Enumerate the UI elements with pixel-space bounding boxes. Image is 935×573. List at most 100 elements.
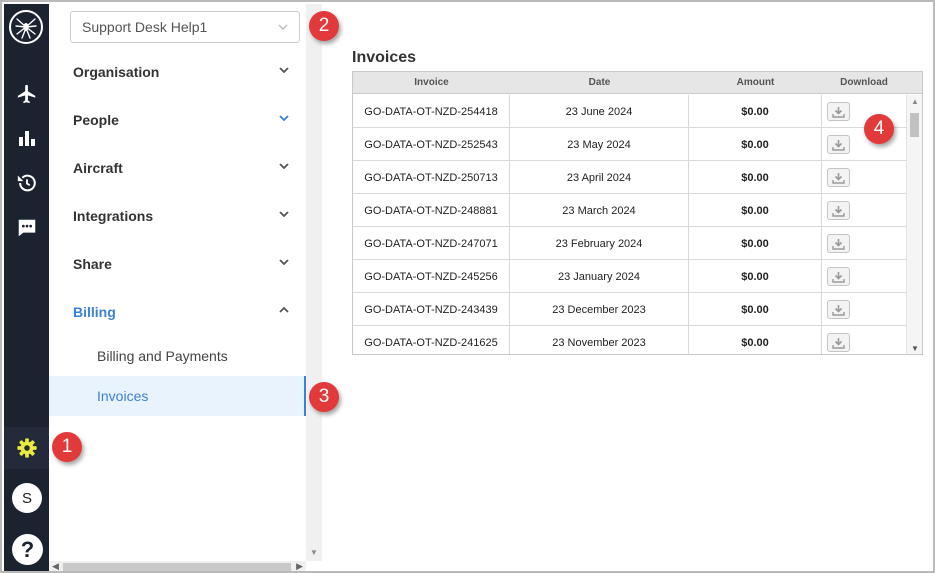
- scrollbar-thumb[interactable]: [910, 113, 919, 137]
- download-cell: [822, 293, 906, 326]
- date-cell: 23 December 2023: [510, 293, 689, 326]
- callout-marker-2: 2: [309, 11, 339, 41]
- table-row: GO-DATA-OT-NZD-252543 23 May 2024 $0.00: [353, 128, 906, 161]
- nav-subitem-invoices[interactable]: Invoices: [49, 376, 306, 416]
- download-cell: [822, 227, 906, 260]
- column-header-date[interactable]: Date: [510, 77, 689, 88]
- invoices-table: Invoice Date Amount Download GO-DATA-OT-…: [352, 71, 923, 355]
- date-cell: 23 April 2024: [510, 161, 689, 194]
- nav-item-share[interactable]: Share: [49, 244, 306, 284]
- invoice-cell: GO-DATA-OT-NZD-241625: [353, 326, 510, 354]
- organisation-select-value: Support Desk Help1: [82, 19, 208, 35]
- date-cell: 23 November 2023: [510, 326, 689, 354]
- download-icon[interactable]: [827, 201, 850, 220]
- callout-marker-1: 1: [52, 432, 82, 462]
- table-row: GO-DATA-OT-NZD-243439 23 December 2023 $0.…: [353, 293, 906, 326]
- invoice-cell: GO-DATA-OT-NZD-254418: [353, 95, 510, 128]
- nav-item-people[interactable]: People: [49, 100, 306, 140]
- scroll-up-arrow-icon[interactable]: ▲: [911, 97, 919, 106]
- chevron-down-icon: [278, 111, 290, 123]
- invoice-cell: GO-DATA-OT-NZD-252543: [353, 128, 510, 161]
- date-cell: 23 January 2024: [510, 260, 689, 293]
- scroll-left-arrow-icon[interactable]: ◀: [52, 561, 59, 571]
- table-header: Invoice Date Amount Download: [353, 72, 922, 94]
- download-icon[interactable]: [827, 300, 850, 319]
- table-row: GO-DATA-OT-NZD-245256 23 January 2024 $0.0…: [353, 260, 906, 293]
- date-cell: 23 May 2024: [510, 128, 689, 161]
- invoice-cell: GO-DATA-OT-NZD-243439: [353, 293, 510, 326]
- nav-subitem-label: Invoices: [97, 388, 149, 404]
- main-content: Invoices Invoice Date Amount Download GO…: [322, 4, 933, 571]
- download-cell: [822, 194, 906, 227]
- history-icon[interactable]: [4, 163, 49, 203]
- nav-vertical-scrollbar[interactable]: ▼: [306, 4, 322, 561]
- table-row: GO-DATA-OT-NZD-241625 23 November 2023 $0.…: [353, 326, 906, 354]
- column-header-amount[interactable]: Amount: [689, 77, 822, 88]
- airplane-icon[interactable]: [4, 74, 49, 114]
- table-row: GO-DATA-OT-NZD-254418 23 June 2024 $0.00: [353, 95, 906, 128]
- nav-item-aircraft[interactable]: Aircraft: [49, 148, 306, 188]
- download-cell: [822, 161, 906, 194]
- amount-cell: $0.00: [689, 194, 822, 227]
- nav-item-integrations[interactable]: Integrations: [49, 196, 306, 236]
- table-vertical-scrollbar[interactable]: ▲ ▼: [906, 95, 922, 354]
- invoice-cell: GO-DATA-OT-NZD-248881: [353, 194, 510, 227]
- settings-navigation: Support Desk Help1 Organisation People A…: [49, 4, 306, 561]
- date-cell: 23 March 2024: [510, 194, 689, 227]
- table-body: GO-DATA-OT-NZD-254418 23 June 2024 $0.00 GO…: [353, 95, 906, 354]
- nav-item-billing[interactable]: Billing: [49, 292, 306, 332]
- download-icon[interactable]: [827, 102, 850, 121]
- amount-cell: $0.00: [689, 227, 822, 260]
- nav-item-label: Integrations: [73, 208, 154, 224]
- chevron-up-icon: [278, 303, 290, 315]
- chevron-down-icon: [278, 207, 290, 219]
- organisation-select[interactable]: Support Desk Help1: [70, 11, 300, 43]
- invoice-cell: GO-DATA-OT-NZD-245256: [353, 260, 510, 293]
- column-header-download: Download: [840, 77, 888, 88]
- bar-chart-icon[interactable]: [4, 118, 49, 158]
- table-row: GO-DATA-OT-NZD-248881 23 March 2024 $0.00: [353, 194, 906, 227]
- download-icon[interactable]: [827, 234, 850, 253]
- icon-rail: S ?: [4, 4, 49, 571]
- amount-cell: $0.00: [689, 128, 822, 161]
- amount-cell: $0.00: [689, 95, 822, 128]
- date-cell: 23 June 2024: [510, 95, 689, 128]
- download-cell: [822, 326, 906, 354]
- invoice-cell: GO-DATA-OT-NZD-247071: [353, 227, 510, 260]
- table-row: GO-DATA-OT-NZD-247071 23 February 2024 $0.…: [353, 227, 906, 260]
- download-icon[interactable]: [827, 267, 850, 286]
- amount-cell: $0.00: [689, 161, 822, 194]
- date-cell: 23 February 2024: [510, 227, 689, 260]
- nav-subitem-billing-and-payments[interactable]: Billing and Payments: [49, 336, 306, 376]
- download-icon[interactable]: [827, 168, 850, 187]
- callout-marker-3: 3: [309, 382, 339, 412]
- download-icon[interactable]: [827, 135, 850, 154]
- user-avatar[interactable]: S: [12, 483, 42, 513]
- chevron-down-icon: [277, 20, 289, 36]
- help-icon[interactable]: ?: [12, 534, 43, 565]
- download-cell: [822, 260, 906, 293]
- amount-cell: $0.00: [689, 326, 822, 354]
- nav-horizontal-scrollbar[interactable]: ◀ ▶: [49, 561, 306, 571]
- amount-cell: $0.00: [689, 293, 822, 326]
- nav-item-organisation[interactable]: Organisation: [49, 52, 306, 92]
- scroll-right-arrow-icon[interactable]: ▶: [296, 561, 303, 571]
- page-title: Invoices: [352, 49, 417, 66]
- scroll-down-arrow-icon[interactable]: ▼: [911, 344, 919, 353]
- table-row: GO-DATA-OT-NZD-250713 23 April 2024 $0.00: [353, 161, 906, 194]
- settings-gear-icon[interactable]: [4, 427, 49, 469]
- nav-subitem-label: Billing and Payments: [97, 348, 228, 364]
- amount-cell: $0.00: [689, 260, 822, 293]
- chevron-down-icon: [278, 159, 290, 171]
- chat-icon[interactable]: [4, 208, 49, 248]
- nav-item-label: Aircraft: [73, 160, 123, 176]
- invoice-cell: GO-DATA-OT-NZD-250713: [353, 161, 510, 194]
- download-icon[interactable]: [827, 333, 850, 352]
- column-header-invoice[interactable]: Invoice: [353, 77, 510, 88]
- nav-item-label: Billing: [73, 304, 116, 320]
- scrollbar-thumb[interactable]: [63, 563, 291, 571]
- nav-item-label: Organisation: [73, 64, 160, 80]
- spider-logo-icon[interactable]: [9, 10, 43, 44]
- scroll-down-arrow-icon[interactable]: ▼: [310, 548, 318, 557]
- chevron-down-icon: [278, 255, 290, 267]
